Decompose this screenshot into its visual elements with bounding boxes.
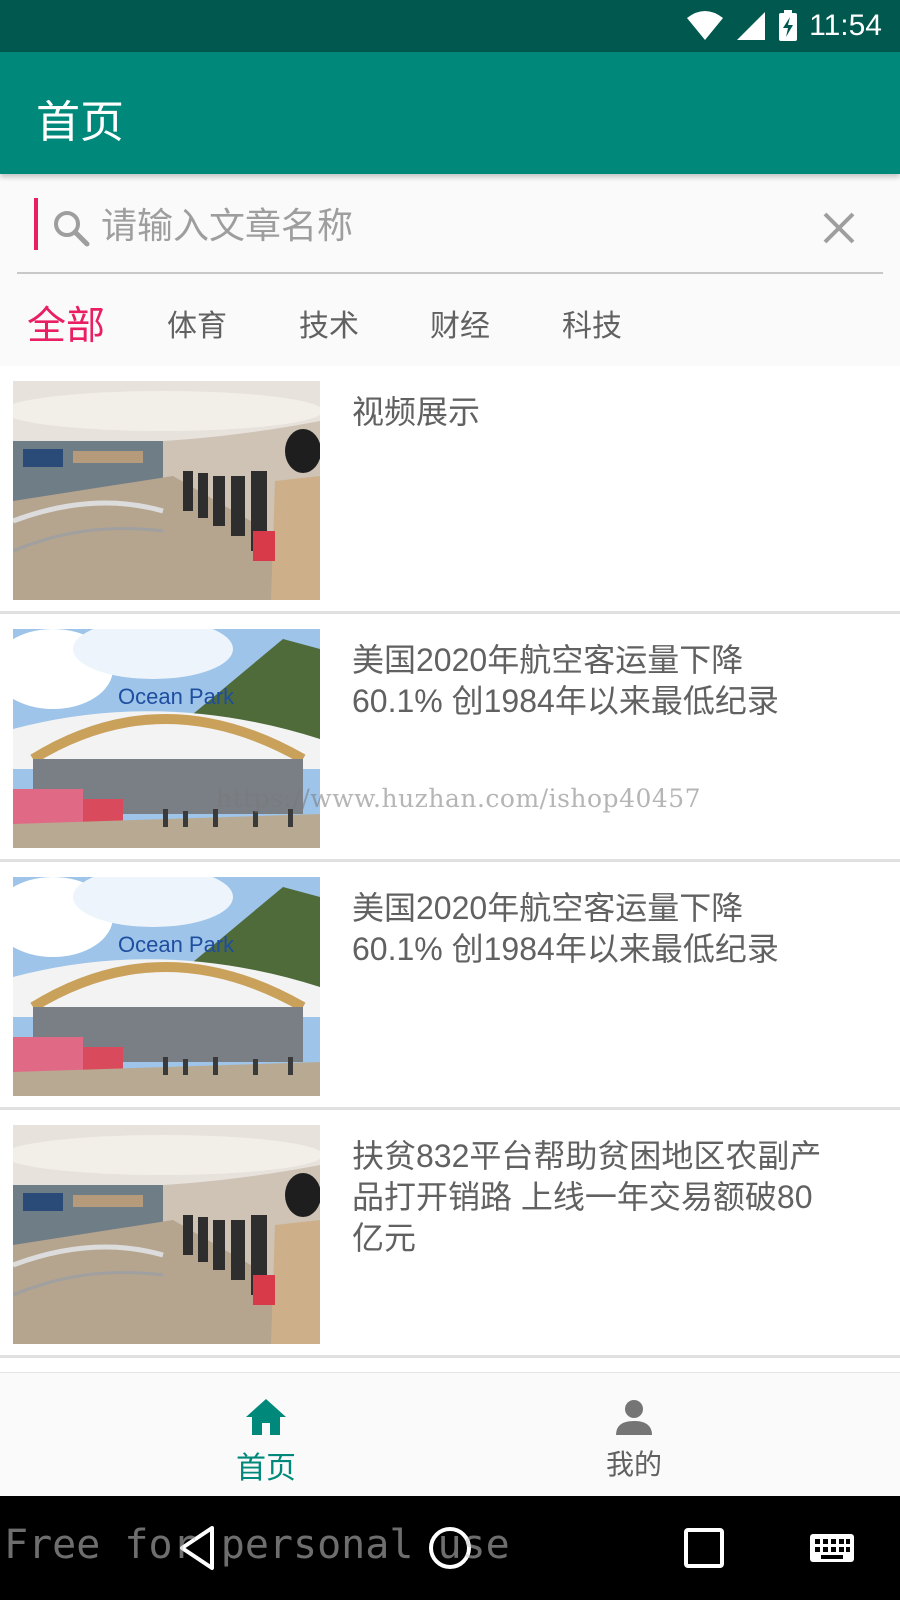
news-title: 美国2020年航空客运量下降60.1% 创1984年以来最低纪录 — [352, 642, 779, 719]
cellular-signal-icon — [737, 12, 766, 40]
news-title: 美国2020年航空客运量下降60.1% 创1984年以来最低纪录 — [352, 890, 779, 967]
tab-all[interactable]: 全部 — [27, 294, 105, 360]
close-icon[interactable] — [819, 208, 859, 248]
battery-charging-icon — [779, 10, 798, 41]
status-time: 11:54 — [809, 9, 882, 42]
tab-sports[interactable]: 体育 — [167, 294, 227, 360]
page-title: 首页 — [36, 97, 124, 148]
home-icon — [246, 1399, 286, 1435]
list-item[interactable]: Ocean Park 美国2020年航空客运量下降60.1% 创1984年以来最… — [0, 862, 900, 1110]
person-icon — [616, 1400, 652, 1435]
back-icon[interactable] — [172, 1522, 224, 1574]
list-item[interactable]: 扶贫832平台帮助贫困地区农副产品打开销路 上线一年交易额破80亿元 — [0, 1110, 900, 1358]
news-list: 视频展示 Ocean Park 美国2020年航空客运量下降60.1% 创198… — [0, 366, 900, 1358]
news-thumbnail: Ocean Park — [13, 629, 320, 848]
app-bar: 首页 — [0, 52, 900, 174]
ocean-park-image: Ocean Park — [13, 877, 320, 1096]
search-bar[interactable] — [17, 198, 883, 274]
news-title: 扶贫832平台帮助贫困地区农副产品打开销路 上线一年交易额破80亿元 — [352, 1138, 822, 1256]
tab-finance[interactable]: 财经 — [430, 294, 490, 360]
nav-home[interactable]: 首页 — [166, 1373, 366, 1497]
nav-profile[interactable]: 我的 — [534, 1373, 734, 1497]
search-icon — [54, 211, 90, 247]
recents-icon[interactable] — [678, 1522, 730, 1574]
tab-tech[interactable]: 技术 — [299, 294, 359, 360]
status-bar: 11:54 — [0, 0, 900, 52]
news-thumbnail: Ocean Park — [13, 877, 320, 1096]
news-title: 视频展示 — [352, 394, 481, 430]
news-thumbnail — [13, 381, 320, 600]
tab-science[interactable]: 科技 — [562, 294, 622, 360]
nav-home-label: 首页 — [236, 1451, 296, 1486]
svg-text:Ocean Park: Ocean Park — [118, 932, 235, 957]
search-and-tabs-panel: 全部 体育 技术 财经 科技 — [0, 174, 900, 366]
mall-queue-image — [13, 1125, 320, 1344]
home-circle-icon[interactable] — [424, 1522, 476, 1574]
list-item[interactable]: Ocean Park 美国2020年航空客运量下降60.1% 创1984年以来最… — [0, 614, 900, 862]
nav-profile-label: 我的 — [605, 1448, 662, 1481]
system-navigation-bar — [0, 1496, 900, 1600]
ocean-park-image: Ocean Park — [13, 629, 320, 848]
bottom-navigation: 首页 我的 — [0, 1372, 900, 1496]
list-item[interactable]: 视频展示 — [0, 366, 900, 614]
wifi-icon — [687, 11, 724, 42]
keyboard-icon[interactable] — [808, 1522, 856, 1574]
news-thumbnail — [13, 1125, 320, 1344]
svg-text:Ocean Park: Ocean Park — [118, 684, 235, 709]
search-input[interactable] — [101, 198, 761, 254]
category-tabs: 全部 体育 技术 财经 科技 — [0, 294, 900, 366]
text-cursor — [34, 198, 38, 250]
mall-queue-image — [13, 381, 320, 600]
